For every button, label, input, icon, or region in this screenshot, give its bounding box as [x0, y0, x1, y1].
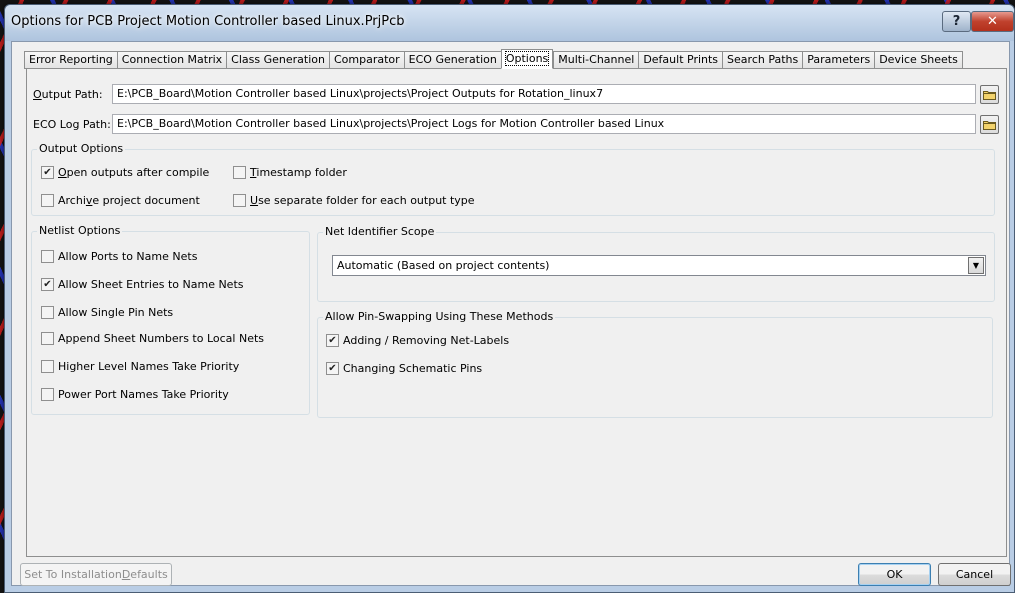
folder-icon: [983, 91, 996, 100]
close-icon: ✕: [987, 14, 998, 29]
tab-label: Default Prints: [643, 53, 719, 66]
checkbox-label: Power Port Names Take Priority: [58, 388, 229, 401]
changing-schematic-pins-checkbox[interactable]: ✔ Changing Schematic Pins: [326, 362, 482, 375]
output-options-group: Output Options ✔ Open outputs after compi…: [31, 142, 995, 216]
tab-label: Parameters: [807, 53, 871, 66]
options-dialog: Options for PCB Project Motion Controlle…: [4, 4, 1015, 593]
tab-label: Class Generation: [231, 53, 325, 66]
chevron-down-icon[interactable]: ▼: [968, 257, 984, 274]
tab-default-prints[interactable]: Default Prints: [638, 51, 723, 69]
power-port-names-checkbox[interactable]: Power Port Names Take Priority: [41, 388, 229, 401]
append-sheet-numbers-checkbox[interactable]: Append Sheet Numbers to Local Nets: [41, 332, 264, 345]
checkbox-label: Timestamp folder: [250, 166, 347, 179]
checkmark-icon: ✔: [41, 278, 54, 291]
tab-parameters[interactable]: Parameters: [802, 51, 875, 69]
checkmark-icon: ✔: [41, 166, 54, 179]
tab-connection-matrix[interactable]: Connection Matrix: [116, 51, 227, 69]
tab-label: Comparator: [333, 53, 400, 66]
tab-label: Connection Matrix: [121, 53, 223, 66]
pin-swapping-title: Allow Pin-Swapping Using These Methods: [323, 310, 556, 323]
output-path-field[interactable]: E:\PCB_Board\Motion Controller based Lin…: [112, 84, 976, 104]
output-path-label: Output Path:: [33, 88, 103, 101]
netlist-options-group: Netlist Options Allow Ports to Name Nets…: [31, 224, 310, 415]
allow-single-pin-checkbox[interactable]: Allow Single Pin Nets: [41, 306, 173, 319]
cancel-button[interactable]: Cancel: [938, 563, 1011, 586]
tab-label: ECO Generation: [408, 53, 497, 66]
checkbox-label: Higher Level Names Take Priority: [58, 360, 240, 373]
open-outputs-checkbox[interactable]: ✔ Open outputs after compile: [41, 166, 209, 179]
dialog-title: Options for PCB Project Motion Controlle…: [11, 14, 405, 29]
set-to-installation-defaults-button[interactable]: Set To Installation Defaults: [20, 563, 172, 586]
tab-label: Options: [504, 51, 550, 66]
tab-search-paths[interactable]: Search Paths: [722, 51, 803, 69]
tab-label: Error Reporting: [29, 53, 113, 66]
net-identifier-scope-value: Automatic (Based on project contents): [337, 259, 550, 272]
separate-folder-checkbox[interactable]: Use separate folder for each output type: [233, 194, 475, 207]
eco-log-path-label: ECO Log Path:: [33, 118, 111, 131]
tab-label: Device Sheets: [879, 53, 958, 66]
checkbox-label: Changing Schematic Pins: [343, 362, 483, 375]
eco-log-path-field[interactable]: E:\PCB_Board\Motion Controller based Lin…: [112, 114, 976, 134]
tab-label: Multi-Channel: [558, 53, 635, 66]
checkbox-label: Archive project document: [58, 194, 200, 207]
output-path-browse-button[interactable]: [980, 85, 999, 104]
help-button[interactable]: ?: [942, 11, 971, 32]
checkbox-label: Use separate folder for each output type: [250, 194, 475, 207]
options-tab-page: Output Path: E:\PCB_Board\Motion Control…: [26, 68, 1007, 557]
ok-button[interactable]: OK: [858, 563, 931, 586]
tab-error-reporting[interactable]: Error Reporting: [24, 51, 117, 69]
dialog-client-area: Error Reporting Connection Matrix Class …: [11, 41, 1011, 586]
netlist-options-title: Netlist Options: [37, 224, 123, 237]
pin-swapping-group: Allow Pin-Swapping Using These Methods ✔…: [317, 310, 993, 418]
checkbox-label: Allow Single Pin Nets: [58, 306, 174, 319]
checkbox-label: Allow Ports to Name Nets: [58, 250, 198, 263]
close-button[interactable]: ✕: [971, 11, 1014, 32]
archive-project-checkbox[interactable]: Archive project document: [41, 194, 200, 207]
net-identifier-scope-select[interactable]: Automatic (Based on project contents) ▼: [332, 255, 986, 276]
checkbox-label: Adding / Removing Net-Labels: [343, 334, 510, 347]
eco-log-path-browse-button[interactable]: [980, 115, 999, 134]
title-bar[interactable]: Options for PCB Project Motion Controlle…: [5, 5, 1014, 41]
net-identifier-scope-title: Net Identifier Scope: [323, 225, 437, 238]
tab-strip: Error Reporting Connection Matrix Class …: [24, 49, 963, 69]
checkmark-icon: ✔: [326, 334, 339, 347]
output-options-title: Output Options: [37, 142, 126, 155]
tab-label: Search Paths: [727, 53, 799, 66]
allow-sheet-entries-checkbox[interactable]: ✔ Allow Sheet Entries to Name Nets: [41, 278, 244, 291]
net-identifier-scope-group: Net Identifier Scope Automatic (Based on…: [317, 225, 995, 302]
checkbox-label: Open outputs after compile: [58, 166, 210, 179]
tab-device-sheets[interactable]: Device Sheets: [874, 51, 963, 69]
timestamp-folder-checkbox[interactable]: Timestamp folder: [233, 166, 347, 179]
folder-icon: [983, 121, 996, 130]
tab-eco-generation[interactable]: ECO Generation: [403, 51, 501, 69]
tab-class-generation[interactable]: Class Generation: [226, 51, 329, 69]
checkbox-label: Append Sheet Numbers to Local Nets: [58, 332, 265, 345]
checkmark-icon: ✔: [326, 362, 339, 375]
adding-removing-net-labels-checkbox[interactable]: ✔ Adding / Removing Net-Labels: [326, 334, 509, 347]
checkbox-label: Allow Sheet Entries to Name Nets: [58, 278, 244, 291]
higher-level-names-checkbox[interactable]: Higher Level Names Take Priority: [41, 360, 239, 373]
tab-multi-channel[interactable]: Multi-Channel: [553, 51, 639, 69]
tab-comparator[interactable]: Comparator: [328, 51, 404, 69]
tab-options[interactable]: Options: [500, 49, 554, 69]
allow-ports-checkbox[interactable]: Allow Ports to Name Nets: [41, 250, 197, 263]
